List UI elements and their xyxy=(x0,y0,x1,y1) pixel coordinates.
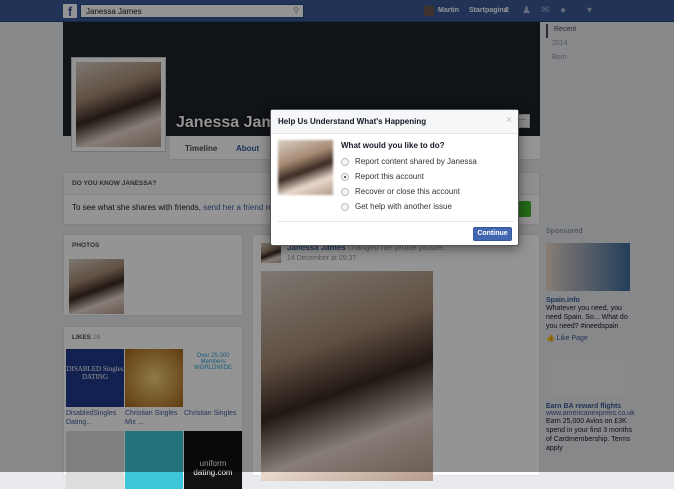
option-report-account[interactable]: Report this account xyxy=(341,172,424,181)
radio-button[interactable] xyxy=(341,187,349,196)
radio-button[interactable] xyxy=(341,202,349,211)
close-icon[interactable]: × xyxy=(506,115,512,126)
dialog-title: Help Us Understand What's Happening xyxy=(271,110,518,134)
option-label: Get help with another issue xyxy=(355,202,452,211)
option-label: Report content shared by Janessa xyxy=(355,157,477,166)
profile-thumbnail xyxy=(278,140,333,195)
option-report-content[interactable]: Report content shared by Janessa xyxy=(341,157,477,166)
radio-button-selected[interactable] xyxy=(341,172,349,181)
option-other-issue[interactable]: Get help with another issue xyxy=(341,202,452,211)
continue-button[interactable]: Continue xyxy=(473,227,512,241)
option-label: Report this account xyxy=(355,172,424,181)
option-label: Recover or close this account xyxy=(355,187,460,196)
divider xyxy=(278,221,513,222)
dialog-question: What would you like to do? xyxy=(341,141,445,150)
radio-button[interactable] xyxy=(341,157,349,166)
report-dialog: Help Us Understand What's Happening × Wh… xyxy=(270,109,519,246)
option-recover-account[interactable]: Recover or close this account xyxy=(341,187,460,196)
